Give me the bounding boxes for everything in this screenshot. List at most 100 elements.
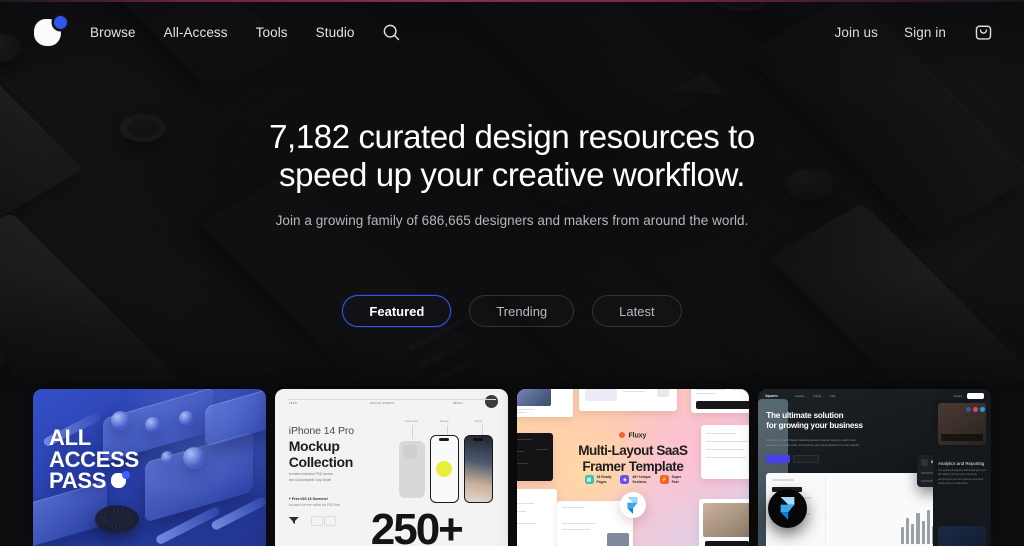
nav-right-group: Join us Sign in xyxy=(835,21,1024,43)
divider xyxy=(286,399,496,400)
card3-brand: Fluxy xyxy=(517,432,750,440)
card2-eyebrow: iPhone 14 Pro xyxy=(288,425,354,437)
nav-item-all-access[interactable]: All-Access xyxy=(164,25,228,40)
page-title: 7,182 curated design resources to speed … xyxy=(269,118,755,193)
mini-preview xyxy=(516,489,557,546)
layers-icon: ◈ xyxy=(620,475,630,484)
sign-in-link[interactable]: Sign in xyxy=(904,25,946,40)
framer-logo-badge xyxy=(768,489,808,528)
nav-left-group: Browse All-Access Tools Studio xyxy=(0,14,403,50)
join-us-link[interactable]: Join us xyxy=(835,25,878,40)
card2-desc-2: and Customizable Clay Model xyxy=(288,478,332,482)
top-navigation-bar: Browse All-Access Tools Studio Join us S… xyxy=(0,0,1024,64)
tab-latest-label: Latest xyxy=(619,303,655,319)
badge-label: 18 Ready Pages xyxy=(596,475,612,484)
badge-label: Super Fast xyxy=(671,475,682,484)
instagram-icon xyxy=(973,407,978,412)
filter-tabs: Featured Trending Latest xyxy=(342,295,682,328)
badge-unique-sections: ◈ 48+ Unique Sections xyxy=(620,475,651,484)
badge-label: 48+ Unique Sections xyxy=(632,475,651,484)
nav-links: Browse All-Access Tools Studio xyxy=(90,25,355,40)
aap-line-3: PASS xyxy=(49,468,107,494)
lightning-icon: ⚡ xyxy=(659,475,669,484)
avatar xyxy=(484,395,498,408)
decor-sphere xyxy=(161,451,174,464)
card4-right-paragraph: Our advanced analytics dashboard gives y… xyxy=(938,469,986,485)
card3-title-line-2: Framer Template xyxy=(582,459,684,475)
tab-trending[interactable]: Trending xyxy=(469,295,575,328)
leader-line xyxy=(446,425,448,435)
logo-dot-icon xyxy=(54,16,67,29)
headline-line-1: 7,182 curated design resources to xyxy=(269,118,755,155)
page-root: Browse All-Access Tools Studio Join us S… xyxy=(0,0,1024,546)
chip-box xyxy=(323,516,336,526)
camera-bump xyxy=(402,445,417,459)
card2-title-line-1: Mockup xyxy=(288,438,340,454)
aap-line-2: ACCESS xyxy=(49,446,139,472)
facebook-icon xyxy=(966,407,971,412)
phone-scene xyxy=(463,435,493,503)
card3-title: Multi-Layout SaaS Framer Template xyxy=(517,443,750,475)
framer-logo-badge xyxy=(619,492,646,518)
mini-preview xyxy=(578,389,677,411)
decor-fan xyxy=(95,505,139,533)
card4-right-title: Analytics and Reporting xyxy=(938,461,985,466)
nav-item-browse[interactable]: Browse xyxy=(90,25,136,40)
tab-featured-label: Featured xyxy=(369,303,425,319)
card2-label-mockup: Mockup xyxy=(439,420,449,423)
card-saas-dashboard-template[interactable]: Squarex Feature Pricing FAQ Contact The … xyxy=(758,389,991,546)
headline-line-2: speed up your creative workflow. xyxy=(279,155,745,193)
card2-title-line-2: Collection xyxy=(288,453,354,470)
badge-ready-pages: ▦ 18 Ready Pages xyxy=(584,475,612,484)
card-iphone-mockup-collection[interactable]: YEAR DIGITAL ASSETS ABOUT iPhone 14 Pro … xyxy=(274,389,508,546)
twitter-icon xyxy=(980,407,985,412)
tab-featured[interactable]: Featured xyxy=(342,295,452,328)
card3-badges: ▦ 18 Ready Pages ◈ 48+ Unique Sections ⚡… xyxy=(517,475,750,484)
logo-mark[interactable] xyxy=(32,14,68,50)
card2-label-clay: Clay model xyxy=(404,420,418,423)
card2-free-sub: Included for free within the PSD files xyxy=(288,503,341,507)
nav-item-tools[interactable]: Tools xyxy=(256,25,288,40)
sparkle-icon xyxy=(619,432,626,438)
nav-item-studio[interactable]: Studio xyxy=(316,25,355,40)
logo-mark-icon xyxy=(111,471,131,490)
card2-title: Mockup Collection xyxy=(288,438,354,470)
card-all-access-pass[interactable]: ALL ACCESS PASS xyxy=(33,389,266,546)
dashboard-right-pane: Analytics and Reporting Our advanced ana… xyxy=(933,399,991,546)
badge-super-fast: ⚡ Super Fast xyxy=(659,475,682,484)
cursor-icon xyxy=(288,517,299,524)
logo-dot-icon xyxy=(122,471,131,480)
card2-count: 250+ xyxy=(370,505,464,546)
resource-card-grid: ALL ACCESS PASS YEAR DIGITAL ASSETS ABOU… xyxy=(0,389,1024,546)
card2-top-right: ABOUT xyxy=(452,402,464,405)
card2-brand: YEAR xyxy=(288,402,298,405)
aap-line-1: ALL xyxy=(49,425,91,450)
right-pane-bottom-visual xyxy=(938,526,986,546)
decor-sphere xyxy=(183,447,205,469)
hero-subheadline: Join a growing family of 686,665 designe… xyxy=(275,213,749,229)
tab-latest[interactable]: Latest xyxy=(592,295,682,328)
card3-brand-label: Fluxy xyxy=(628,432,647,440)
card2-desc-1: Includes exclusive PSD scenes xyxy=(288,472,334,476)
mini-preview xyxy=(691,389,750,413)
decor-sphere xyxy=(145,417,161,433)
shopping-bag-icon[interactable] xyxy=(972,21,994,43)
search-icon[interactable] xyxy=(381,21,403,43)
mini-preview xyxy=(699,499,750,546)
card-title: ALL ACCESS PASS xyxy=(49,427,139,492)
social-icons xyxy=(966,407,985,412)
tab-trending-label: Trending xyxy=(496,303,548,319)
card2-top-center: DIGITAL ASSETS xyxy=(369,402,395,405)
card2-free-headline: + Free iOS 16 Screens! xyxy=(288,497,328,501)
grid-icon: ▦ xyxy=(584,475,594,484)
phone-mockup xyxy=(429,435,459,503)
mini-preview xyxy=(516,389,573,417)
chip-box xyxy=(310,516,323,526)
leader-line xyxy=(411,425,413,439)
top-accent-rule xyxy=(0,0,1024,2)
decor-sphere xyxy=(179,411,194,426)
card2-label-scene: Scene xyxy=(474,420,483,423)
leader-line xyxy=(481,425,483,435)
card3-title-line-1: Multi-Layout SaaS xyxy=(578,443,688,458)
card-fluxy-framer-template[interactable]: Fluxy Multi-Layout SaaS Framer Template … xyxy=(516,389,750,546)
